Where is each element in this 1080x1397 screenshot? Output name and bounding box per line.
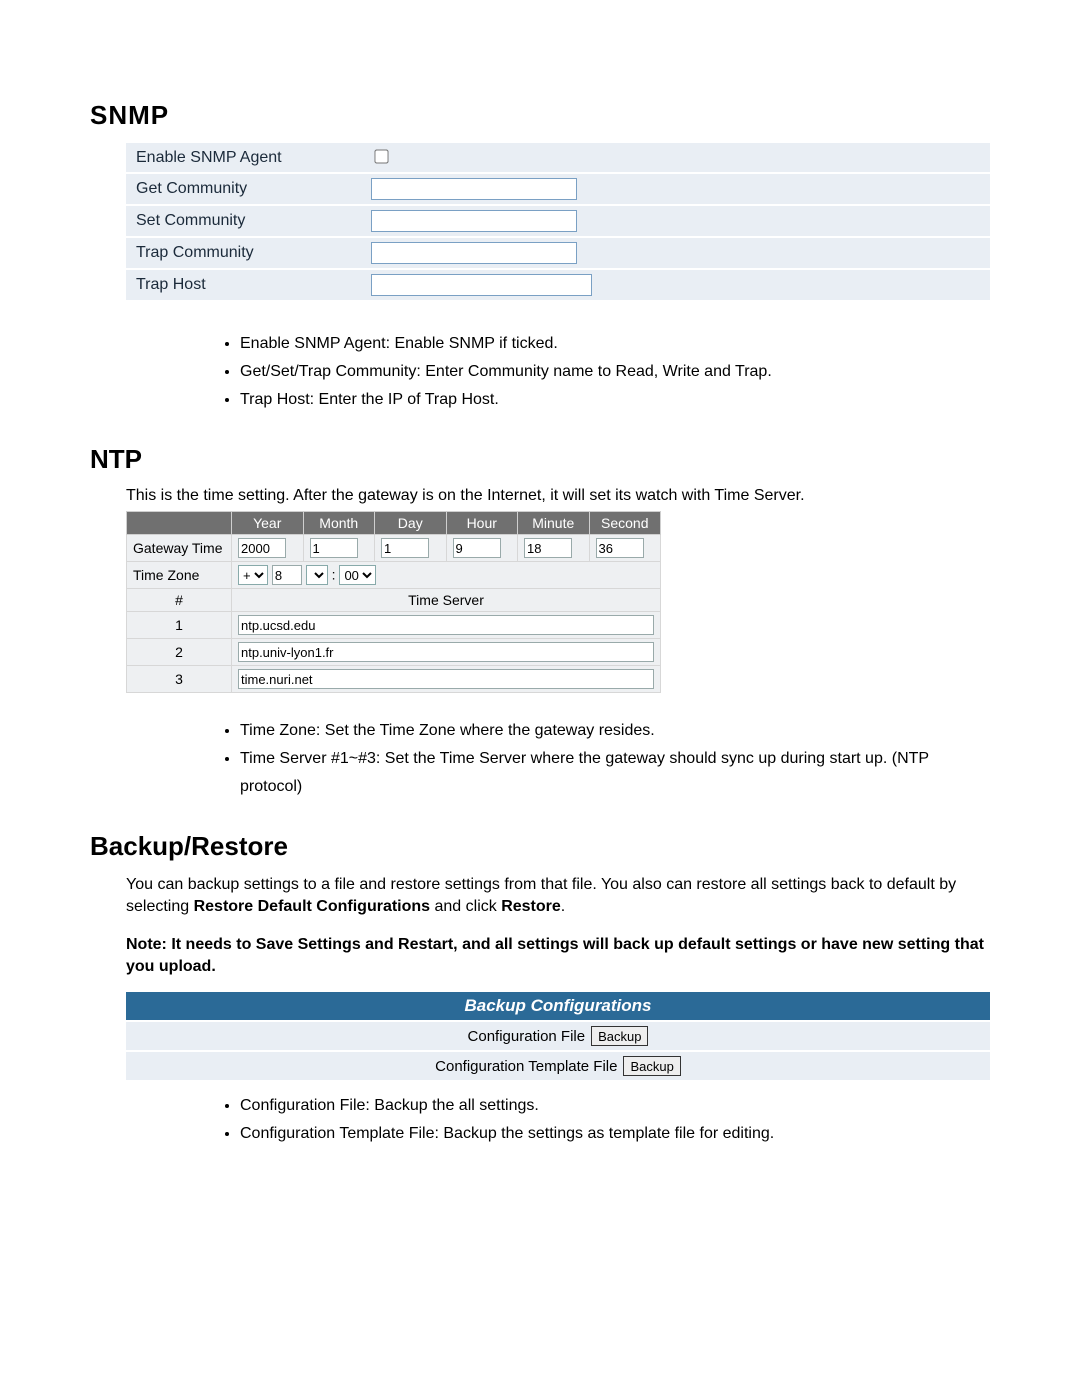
backup-config-table: Backup Configurations Configuration File… [126, 992, 990, 1082]
ntp-header-second: Second [589, 512, 661, 535]
ntp-header-year: Year [232, 512, 304, 535]
backup-template-button[interactable]: Backup [623, 1056, 680, 1076]
tz-hours-sel[interactable] [306, 565, 328, 585]
snmp-set-input[interactable] [371, 210, 577, 232]
time-server-input-2[interactable] [238, 642, 654, 662]
snmp-traphost-input[interactable] [371, 274, 592, 296]
ntp-heading: NTP [90, 444, 990, 475]
snmp-table: Enable SNMP Agent Get Community Set Comm… [126, 143, 990, 302]
time-server-input-1[interactable] [238, 615, 654, 635]
backup-bullets: Configuration File: Backup the all setti… [220, 1092, 990, 1148]
tz-colon: : [332, 567, 336, 583]
ts-row: 3 [127, 666, 232, 693]
snmp-enable-label: Enable SNMP Agent [126, 143, 361, 173]
ts-row: 2 [127, 639, 232, 666]
minute-input[interactable] [524, 538, 572, 558]
ntp-header-blank [127, 512, 232, 535]
ntp-bullet: Time Server #1~#3: Set the Time Server w… [240, 745, 990, 801]
snmp-get-label: Get Community [126, 173, 361, 205]
ts-row: 1 [127, 612, 232, 639]
month-input[interactable] [310, 538, 358, 558]
tz-sign-select[interactable]: + [238, 565, 268, 585]
backup-paragraph: You can backup settings to a file and re… [126, 874, 990, 918]
time-zone-label: Time Zone [127, 562, 232, 589]
backup-bullet: Configuration Template File: Backup the … [240, 1120, 990, 1148]
snmp-bullet: Enable SNMP Agent: Enable SNMP if ticked… [240, 330, 990, 358]
snmp-heading: SNMP [90, 100, 990, 131]
backup-heading: Backup/Restore [90, 831, 990, 862]
backup-bullet: Configuration File: Backup the all setti… [240, 1092, 990, 1120]
ntp-header-day: Day [375, 512, 447, 535]
tz-hours-input[interactable] [272, 565, 302, 585]
hour-input[interactable] [453, 538, 501, 558]
tz-min-select[interactable]: 00 [339, 565, 376, 585]
ntp-bullets: Time Zone: Set the Time Zone where the g… [220, 717, 990, 801]
config-file-label: Configuration File [468, 1028, 586, 1045]
snmp-trapcomm-label: Trap Community [126, 237, 361, 269]
snmp-bullets: Enable SNMP Agent: Enable SNMP if ticked… [220, 330, 990, 414]
ntp-table: Year Month Day Hour Minute Second Gatewa… [126, 511, 661, 693]
snmp-trapcomm-input[interactable] [371, 242, 577, 264]
backup-config-button[interactable]: Backup [591, 1026, 648, 1046]
ntp-bullet: Time Zone: Set the Time Zone where the g… [240, 717, 990, 745]
ntp-header-hour: Hour [446, 512, 518, 535]
ntp-header-month: Month [303, 512, 375, 535]
backup-note: Note: It needs to Save Settings and Rest… [126, 934, 990, 978]
year-input[interactable] [238, 538, 286, 558]
snmp-bullet: Trap Host: Enter the IP of Trap Host. [240, 386, 990, 414]
snmp-get-input[interactable] [371, 178, 577, 200]
second-input[interactable] [596, 538, 644, 558]
day-input[interactable] [381, 538, 429, 558]
snmp-bullet: Get/Set/Trap Community: Enter Community … [240, 358, 990, 386]
ntp-header-minute: Minute [518, 512, 590, 535]
ntp-intro: This is the time setting. After the gate… [126, 487, 990, 505]
time-server-input-3[interactable] [238, 669, 654, 689]
gateway-time-label: Gateway Time [127, 535, 232, 562]
time-server-header: Time Server [232, 589, 661, 612]
config-template-label: Configuration Template File [435, 1058, 617, 1075]
snmp-enable-checkbox[interactable] [374, 149, 388, 163]
snmp-set-label: Set Community [126, 205, 361, 237]
num-header: # [127, 589, 232, 612]
snmp-traphost-label: Trap Host [126, 269, 361, 301]
backup-table-header: Backup Configurations [126, 992, 990, 1021]
